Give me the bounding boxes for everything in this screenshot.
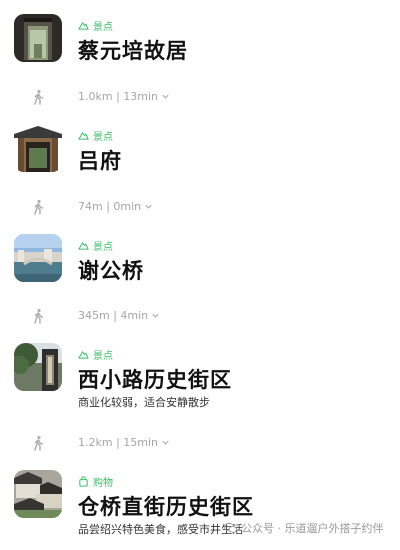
category-tag-label: 景点 — [93, 132, 113, 143]
mountain-icon — [78, 351, 89, 359]
category-tag-label: 景点 — [93, 351, 113, 362]
chevron-down-icon — [162, 440, 169, 445]
place-name: 吕府 — [78, 149, 122, 173]
route-distance-text: 345m | 4min — [78, 309, 149, 322]
mountain-icon — [78, 242, 89, 250]
category-tag: 景点 — [78, 238, 113, 253]
place-name: 蔡元培故居 — [78, 39, 188, 63]
route-distance-text: 1.0km | 13min — [78, 90, 159, 103]
route-distance-toggle[interactable]: 345m | 4min — [78, 309, 160, 322]
place-name: 仓桥直街历史街区 — [78, 495, 254, 519]
chevron-down-icon — [162, 94, 169, 99]
route-distance-toggle[interactable]: 1.0km | 13min — [78, 90, 170, 103]
chevron-down-icon — [145, 204, 152, 209]
watermark: 公众号 · 乐道遛户外搭子约伴 — [224, 520, 384, 536]
route-distance-text: 74m | 0min — [78, 200, 142, 213]
route-distance-text: 1.2km | 15min — [78, 436, 159, 449]
place-name: 西小路历史街区 — [78, 368, 232, 392]
place-description: 商业化较弱，适合安静散步 — [78, 396, 210, 409]
place-description: 品尝绍兴特色美食，感受市井生活 — [78, 523, 243, 536]
category-tag-label: 购物 — [93, 478, 113, 489]
place-thumbnail — [14, 124, 62, 172]
category-tag-label: 景点 — [93, 242, 113, 253]
category-tag: 景点 — [78, 18, 113, 33]
walking-icon — [34, 435, 44, 451]
watermark-text: 公众号 · 乐道遛户外搭子约伴 — [241, 522, 384, 535]
mountain-icon — [78, 22, 89, 30]
route-distance-toggle[interactable]: 1.2km | 15min — [78, 436, 170, 449]
category-tag: 景点 — [78, 347, 113, 362]
route-segment: 345m | 4min — [0, 308, 400, 326]
route-distance-toggle[interactable]: 74m | 0min — [78, 200, 153, 213]
category-tag: 景点 — [78, 128, 113, 143]
category-tag: 购物 — [78, 474, 113, 489]
mountain-icon — [78, 132, 89, 140]
walking-icon — [34, 89, 44, 105]
route-segment: 1.2km | 15min — [0, 435, 400, 453]
place-thumbnail — [14, 470, 62, 518]
shopping-bag-icon — [79, 476, 88, 487]
walking-icon — [34, 199, 44, 215]
wechat-icon — [224, 522, 237, 533]
place-thumbnail — [14, 343, 62, 391]
route-segment: 1.0km | 13min — [0, 89, 400, 107]
walking-icon — [34, 308, 44, 324]
place-thumbnail — [14, 14, 62, 62]
route-segment: 74m | 0min — [0, 199, 400, 217]
place-thumbnail — [14, 234, 62, 282]
chevron-down-icon — [152, 313, 159, 318]
category-tag-label: 景点 — [93, 22, 113, 33]
place-name: 谢公桥 — [78, 259, 144, 283]
